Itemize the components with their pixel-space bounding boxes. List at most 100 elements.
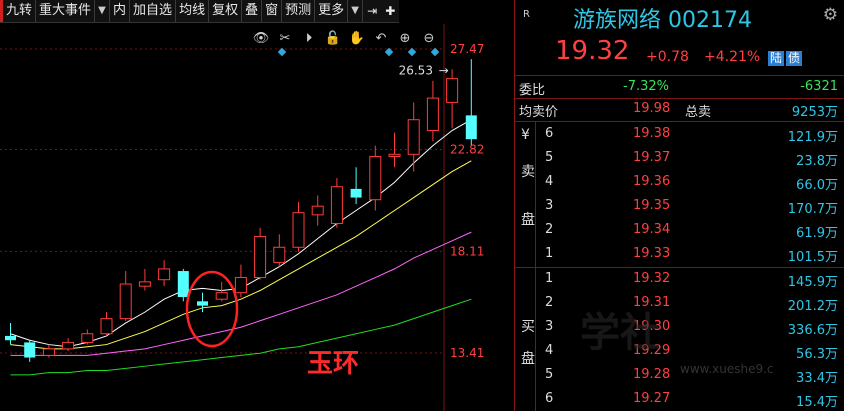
badge-lu[interactable]: 陆 xyxy=(768,51,785,66)
buy-level: 1 xyxy=(545,271,554,286)
sell-level: 6 xyxy=(545,126,554,141)
toolbar-btn-3[interactable]: 加自选 xyxy=(130,0,177,22)
lock-icon[interactable]: 🔓 xyxy=(324,30,342,46)
candle-body xyxy=(24,342,36,358)
candle-body xyxy=(197,301,208,306)
buy-vol: 56.3万 xyxy=(796,347,838,362)
candle xyxy=(330,178,343,228)
candle-body xyxy=(446,78,459,103)
candle-body xyxy=(330,186,343,224)
toolbar-btn-6[interactable]: 叠 xyxy=(242,0,263,22)
badge-zhai[interactable]: 债 xyxy=(786,51,803,66)
candle-body xyxy=(234,277,247,294)
undo-icon[interactable]: ↶ xyxy=(372,30,390,46)
candle-body xyxy=(407,119,420,155)
play-icon[interactable]: ⏵ xyxy=(300,30,318,46)
candle-body xyxy=(42,348,55,356)
eye-icon[interactable]: 👁 xyxy=(252,30,270,46)
candlestick-chart[interactable]: 27.47 22.82 18.11 13.41 26.53 玉环 → xyxy=(0,0,514,411)
total-sell-label: 总卖 xyxy=(685,105,712,120)
candle xyxy=(42,344,55,358)
candle-body xyxy=(292,212,305,248)
candle-body xyxy=(100,318,113,335)
candle xyxy=(215,281,228,302)
buy-vol: 33.4万 xyxy=(796,371,838,386)
toolbar-btn-4[interactable]: 均线 xyxy=(176,0,210,22)
buy-vol: 336.6万 xyxy=(787,323,838,338)
toolbar-btn-1[interactable]: 重大事件 xyxy=(36,0,96,22)
candle xyxy=(234,264,247,297)
sell-level: 3 xyxy=(545,198,554,213)
buy-level: 4 xyxy=(545,343,554,358)
quote-panel: R 游族网络 002174 ⚙ 19.32 +0.78 +4.21% 陆 债 委… xyxy=(515,0,844,411)
toolbar-btn-9[interactable]: 更多 xyxy=(315,0,349,22)
candle xyxy=(24,340,36,362)
sell-row[interactable]: 1 19.33 101.5万 xyxy=(515,244,844,265)
dropdown-arrow-icon[interactable]: ▼ xyxy=(348,0,364,22)
plus-icon[interactable]: ✚ xyxy=(381,0,399,22)
candle-body xyxy=(158,268,171,281)
toolbar-btn-8[interactable]: 预测 xyxy=(282,0,316,22)
buy-level: 5 xyxy=(545,367,554,382)
total-sell-value: 9253万 xyxy=(791,105,838,120)
quote-header: R 游族网络 002174 ⚙ 19.32 +0.78 +4.21% 陆 债 xyxy=(515,0,844,75)
candle-body xyxy=(465,115,477,140)
zoom-in-icon[interactable]: ⊕ xyxy=(396,30,414,46)
dropdown-arrow-icon[interactable]: ▼ xyxy=(95,0,111,22)
buy-row[interactable]: 2 19.31 201.2万 xyxy=(515,293,844,314)
candle-body xyxy=(254,235,267,279)
candle xyxy=(407,102,420,172)
sell-vol: 61.9万 xyxy=(796,226,838,241)
buy-row[interactable]: 3 19.30 336.6万 xyxy=(515,317,844,338)
current-price: 19.32 xyxy=(555,36,630,66)
sell-vol: 66.0万 xyxy=(796,178,838,193)
zoom-out-icon[interactable]: ⊖ xyxy=(420,30,438,46)
avg-sell-value: 19.98 xyxy=(633,101,671,116)
candle xyxy=(426,80,439,142)
sell-row[interactable]: 4 19.36 66.0万 xyxy=(515,172,844,193)
sell-vol: 101.5万 xyxy=(787,250,838,265)
ma10-line xyxy=(10,160,472,350)
buy-price: 19.32 xyxy=(633,271,671,286)
candle xyxy=(100,312,113,336)
toolbar-btn-7[interactable]: 窗 xyxy=(262,0,283,22)
toolbar-btn-5[interactable]: 复权 xyxy=(209,0,243,22)
candle-body xyxy=(138,281,151,287)
candle xyxy=(292,201,305,252)
candle xyxy=(119,271,132,321)
buy-row[interactable]: 6 19.27 15.4万 xyxy=(515,389,844,410)
gear-icon[interactable]: ⚙ xyxy=(823,5,838,25)
scissors-icon[interactable]: ✂ xyxy=(276,30,294,46)
candle xyxy=(254,227,267,280)
sell-row[interactable]: 5 19.37 23.8万 xyxy=(515,148,844,169)
candle-body xyxy=(369,155,382,201)
candle xyxy=(138,268,151,291)
exit-icon[interactable]: ⇥ xyxy=(363,0,381,22)
avg-sell-row: 均卖价 19.98 总卖 9253万 xyxy=(515,99,844,120)
price-change: +0.78 xyxy=(646,49,689,65)
buy-row[interactable]: 4 19.29 56.3万 xyxy=(515,341,844,362)
sell-level: 5 xyxy=(545,150,554,165)
buy-price: 19.28 xyxy=(633,367,671,382)
candle xyxy=(158,260,171,287)
sell-row[interactable]: 3 19.35 170.7万 xyxy=(515,196,844,217)
candle xyxy=(465,59,477,146)
buy-price: 19.27 xyxy=(633,391,671,406)
candle-body xyxy=(426,97,439,132)
r-icon: R xyxy=(523,9,530,20)
buy-vol: 15.4万 xyxy=(796,395,838,410)
chart-toolbar: 九转 重大事件 ▼ 内加自选 均线 复权叠窗预测 更多 ▼ ⇥ ✚ xyxy=(0,0,400,23)
toolbar-btn-2[interactable]: 内 xyxy=(110,0,131,22)
sell-row[interactable]: 2 19.34 61.9万 xyxy=(515,220,844,241)
candle-body xyxy=(273,246,286,263)
arrow-right-icon: → xyxy=(439,63,449,77)
buy-row[interactable]: 1 19.32 145.9万 xyxy=(515,269,844,290)
hand-icon[interactable]: ✋ xyxy=(348,30,366,46)
sell-row[interactable]: 6 19.38 121.9万 xyxy=(515,124,844,145)
high-price-marker: 26.53 xyxy=(399,63,433,77)
y-tick-label: 13.41 xyxy=(450,346,484,360)
candle-body xyxy=(388,153,401,157)
sell-vol: 121.9万 xyxy=(787,130,838,145)
candle xyxy=(446,69,459,129)
toolbar-btn-0[interactable]: 九转 xyxy=(0,0,37,22)
